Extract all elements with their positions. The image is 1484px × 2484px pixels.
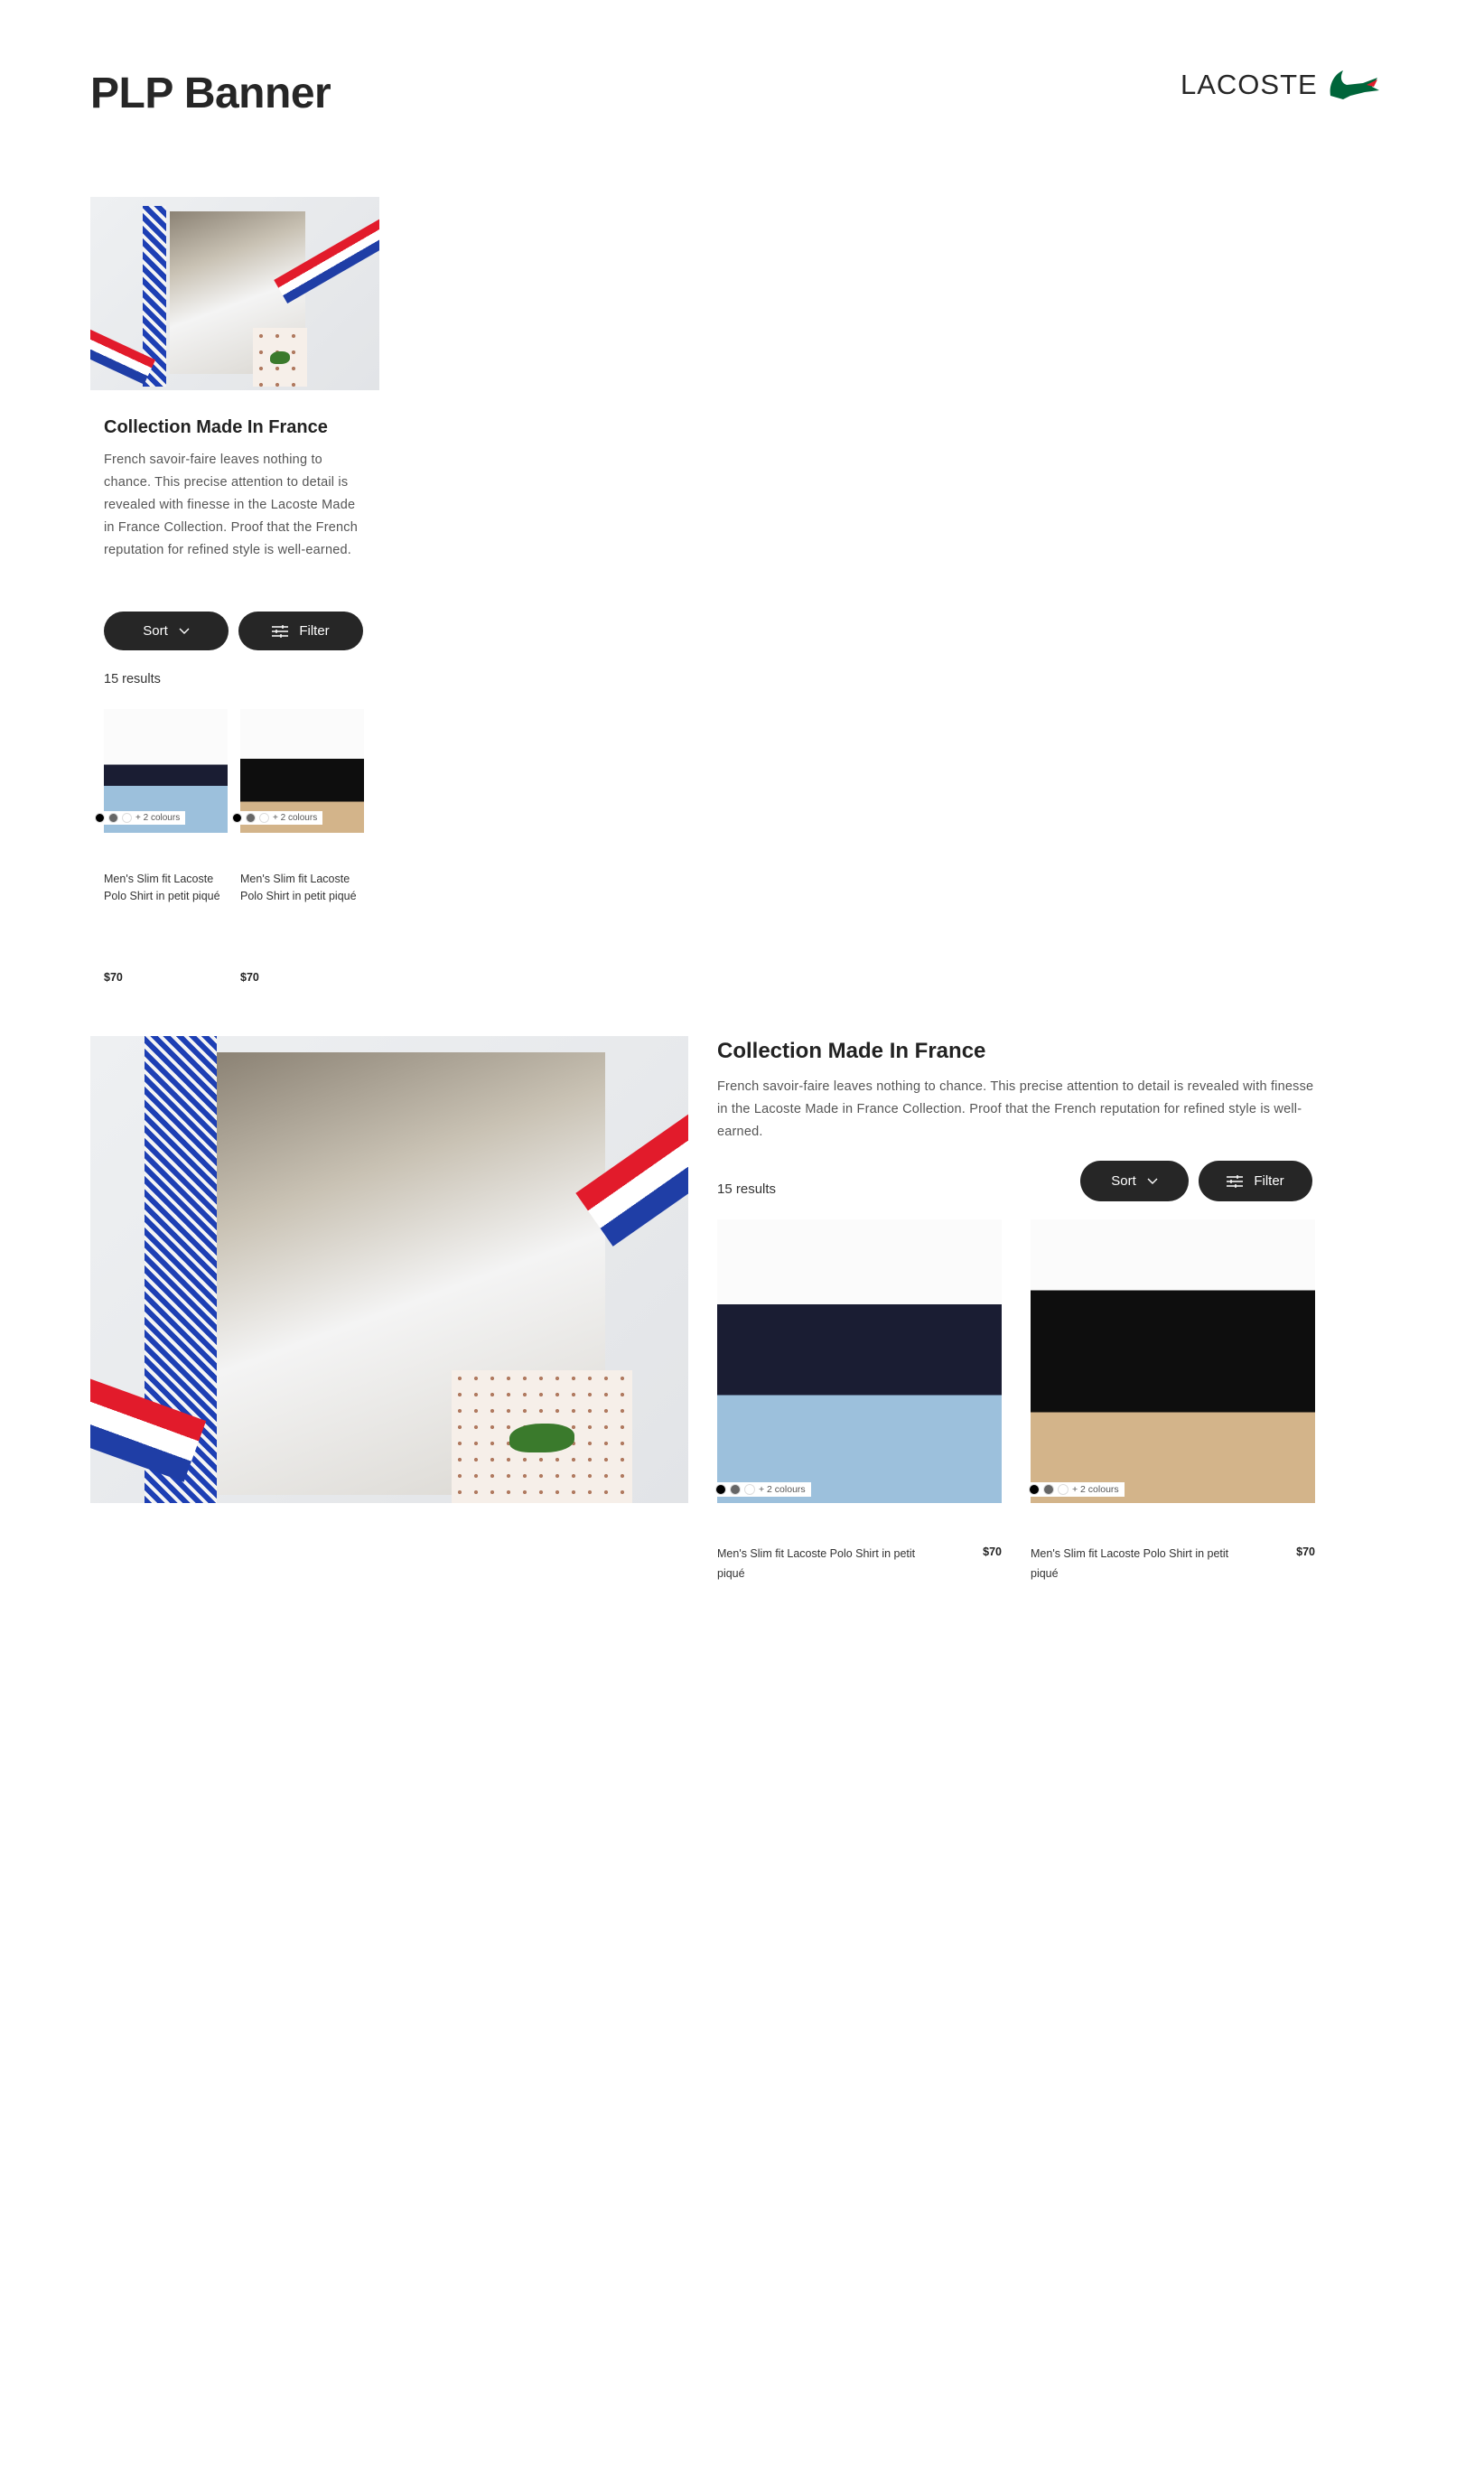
- swatch-black[interactable]: [232, 813, 242, 823]
- swatch-grey[interactable]: [1043, 1484, 1054, 1495]
- results-count: 15 results: [104, 672, 161, 686]
- more-colours: + 2 colours: [135, 813, 181, 823]
- product-name[interactable]: Men's Slim fit Lacoste Polo Shirt in pet…: [104, 871, 230, 905]
- collection-description: French savoir-faire leaves nothing to ch…: [717, 1079, 1314, 1139]
- filter-label: Filter: [1254, 1173, 1284, 1189]
- page-title: PLP Banner: [90, 70, 331, 117]
- product-image[interactable]: [1031, 1219, 1315, 1503]
- sort-button[interactable]: Sort: [1080, 1161, 1189, 1201]
- collection-description: French savoir-faire leaves nothing to ch…: [104, 453, 359, 557]
- sort-label: Sort: [143, 623, 168, 639]
- chevron-down-icon: [179, 628, 190, 634]
- filter-button[interactable]: Filter: [1199, 1161, 1312, 1201]
- more-colours: + 2 colours: [759, 1484, 806, 1495]
- product-price: $70: [104, 971, 123, 984]
- swatch-white[interactable]: [744, 1484, 755, 1495]
- collection-heading: Collection Made In France: [104, 417, 328, 437]
- results-count: 15 results: [717, 1181, 777, 1197]
- filter-sliders-icon: [1227, 1174, 1244, 1188]
- product-price: $70: [1296, 1545, 1315, 1558]
- swatch-black[interactable]: [1029, 1484, 1040, 1495]
- swatch-grey[interactable]: [730, 1484, 741, 1495]
- colour-swatches[interactable]: + 2 colours: [232, 811, 323, 825]
- sort-button[interactable]: Sort: [104, 612, 229, 650]
- collection-banner-image-mobile: [90, 197, 379, 390]
- lacoste-logo: LACOSTE: [1181, 69, 1381, 101]
- colour-swatches[interactable]: + 2 colours: [95, 811, 186, 825]
- crocodile-icon: [1330, 70, 1379, 99]
- filter-label: Filter: [299, 623, 330, 639]
- collection-banner-image-desktop: [90, 1036, 688, 1503]
- product-price: $70: [983, 1545, 1002, 1558]
- product-price: $70: [240, 971, 259, 984]
- swatch-grey[interactable]: [108, 813, 118, 823]
- colour-swatches[interactable]: + 2 colours: [715, 1482, 811, 1497]
- swatch-black[interactable]: [95, 813, 105, 823]
- filter-button[interactable]: Filter: [238, 612, 363, 650]
- sort-label: Sort: [1111, 1173, 1136, 1189]
- product-name[interactable]: Men's Slim fit Lacoste Polo Shirt in pet…: [240, 871, 367, 905]
- swatch-black[interactable]: [715, 1484, 726, 1495]
- swatch-grey[interactable]: [246, 813, 256, 823]
- colour-swatches[interactable]: + 2 colours: [1029, 1482, 1125, 1497]
- more-colours: + 2 colours: [1072, 1484, 1119, 1495]
- collection-heading: Collection Made In France: [717, 1039, 986, 1063]
- more-colours: + 2 colours: [273, 813, 318, 823]
- product-image[interactable]: [717, 1219, 1002, 1503]
- swatch-white[interactable]: [259, 813, 269, 823]
- product-name[interactable]: Men's Slim fit Lacoste Polo Shirt in pet…: [1031, 1544, 1247, 1583]
- swatch-white[interactable]: [1058, 1484, 1069, 1495]
- product-name[interactable]: Men's Slim fit Lacoste Polo Shirt in pet…: [717, 1544, 934, 1583]
- filter-sliders-icon: [272, 624, 289, 638]
- brand-wordmark: LACOSTE: [1181, 69, 1318, 100]
- chevron-down-icon: [1147, 1178, 1158, 1184]
- swatch-white[interactable]: [122, 813, 132, 823]
